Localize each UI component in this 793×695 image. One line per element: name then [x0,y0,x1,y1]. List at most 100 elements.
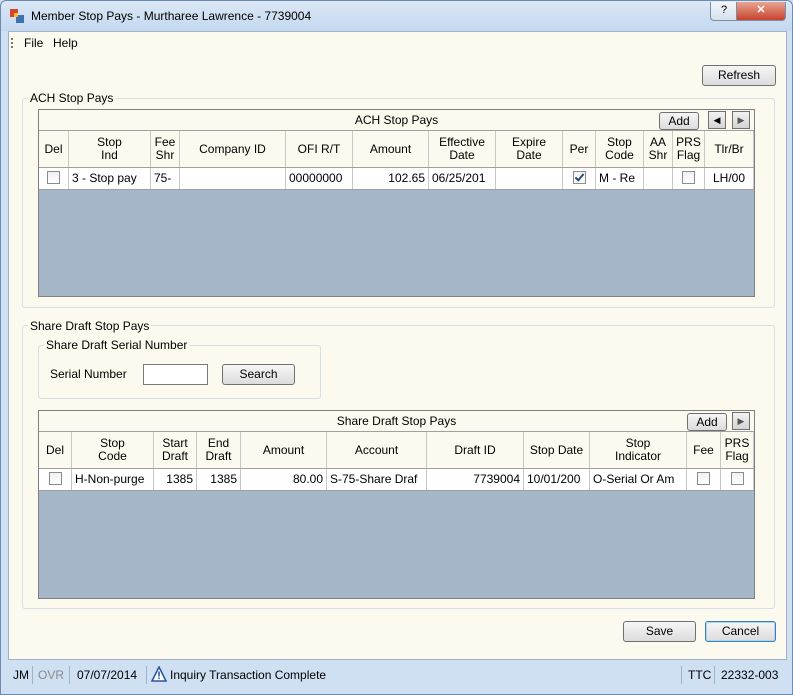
sd-col-prs-flag[interactable]: PRS Flag [721,432,754,468]
ach-per-checkbox[interactable] [572,171,586,185]
sd-col-account[interactable]: Account [327,432,427,468]
sd-del-checkbox[interactable] [48,472,62,486]
menu-help[interactable]: Help [53,36,78,50]
title-bar[interactable]: Member Stop Pays - Murtharee Lawrence - … [1,1,792,31]
sd-row-del-cell[interactable] [39,469,72,490]
close-button[interactable]: ✕ [736,2,786,21]
col-company-id[interactable]: Company ID [180,131,286,167]
client-area: File Help Refresh ACH Stop Pays ACH Stop… [8,31,787,660]
ach-del-checkbox[interactable] [47,171,60,185]
col-stop-ind[interactable]: Stop Ind [69,131,151,167]
menu-file[interactable]: File [24,36,43,50]
ach-stop-ind-cell[interactable]: 3 - Stop pay [69,168,151,189]
sd-col-amount[interactable]: Amount [241,432,327,468]
sd-amount-cell[interactable]: 80.00 [241,469,327,490]
sd-col-draft-id[interactable]: Draft ID [427,432,524,468]
status-divider [714,666,715,684]
status-divider [69,666,70,684]
sd-start-draft-cell[interactable]: 1385 [154,469,197,490]
ach-effective-date-cell[interactable]: 06/25/201 [429,168,496,189]
sd-col-stop-indicator[interactable]: Stop Indicator [590,432,687,468]
app-icon [10,9,24,23]
serial-number-label: Serial Number [50,367,127,381]
ach-row-del-cell[interactable] [39,168,69,189]
ach-prev-icon[interactable]: ◀ [708,111,726,129]
ach-per-cell[interactable] [563,168,596,189]
refresh-button[interactable]: Refresh [702,65,776,86]
sd-col-start-draft[interactable]: Start Draft [154,432,197,468]
ach-amount-cell[interactable]: 102.65 [353,168,429,189]
sd-grid-title: Share Draft Stop Pays [336,414,457,428]
warning-triangle-icon [151,666,167,682]
ach-group-label: ACH Stop Pays [28,91,116,105]
col-aa-shr[interactable]: AA Shr [644,131,673,167]
ach-stop-code-cell[interactable]: M - Re [596,168,644,189]
sd-prs-flag-checkbox[interactable] [730,472,744,486]
serial-group-label: Share Draft Serial Number [44,338,190,352]
status-user: JM [13,668,29,682]
sd-end-draft-cell[interactable]: 1385 [197,469,241,490]
ach-prs-flag-cell[interactable] [673,168,705,189]
col-prs-flag[interactable]: PRS Flag [673,131,705,167]
status-bar: JM OVR 07/07/2014 Inquiry Transaction Co… [8,663,785,687]
status-message: Inquiry Transaction Complete [170,668,327,682]
ach-prs-flag-checkbox[interactable] [682,171,695,185]
sd-add-button[interactable]: Add [687,413,727,431]
sd-stop-indicator-cell[interactable]: O-Serial Or Am [590,469,687,490]
col-tlr-br[interactable]: Tlr/Br [705,131,754,167]
search-button[interactable]: Search [222,364,295,385]
sd-stop-date-cell[interactable]: 10/01/200 [524,469,590,490]
sd-grid-header: Del Stop Code Start Draft End Draft Amount … [39,432,754,469]
status-divider [32,666,33,684]
window-title: Member Stop Pays - Murtharee Lawrence - … [31,9,312,23]
sd-col-del[interactable]: Del [39,432,72,468]
col-amount[interactable]: Amount [353,131,429,167]
sd-col-stop-date[interactable]: Stop Date [524,432,590,468]
sd-draft-id-cell[interactable]: 7739004 [427,469,524,490]
sd-prs-flag-cell[interactable] [721,469,754,490]
col-fee-shr[interactable]: Fee Shr [151,131,180,167]
ach-grid-title: ACH Stop Pays [354,113,439,127]
status-ovr: OVR [38,668,65,682]
sd-col-fee[interactable]: Fee [687,432,721,468]
serial-number-input[interactable] [143,364,208,385]
help-button[interactable]: ? [710,2,738,21]
col-per[interactable]: Per [563,131,596,167]
menu-bar: File Help [9,32,786,54]
ach-fee-shr-cell[interactable]: 75- [151,168,180,189]
save-button[interactable]: Save [623,621,696,642]
ach-add-button[interactable]: Add [659,112,699,130]
cancel-button[interactable]: Cancel [705,621,776,642]
sd-col-stop-code[interactable]: Stop Code [72,432,154,468]
status-date: 07/07/2014 [77,668,138,682]
ach-grid: ACH Stop Pays Add ◀ ▶ Del Stop Ind Fee Shr… [38,109,755,297]
ach-next-icon[interactable]: ▶ [732,111,750,129]
col-effective-date[interactable]: Effective Date [429,131,496,167]
ach-tlr-br-cell[interactable]: LH/00 [705,168,754,189]
col-del[interactable]: Del [39,131,69,167]
sd-col-end-draft[interactable]: End Draft [197,432,241,468]
status-ttc-label: TTC [688,668,712,682]
menu-grip-icon [11,38,15,48]
status-divider [146,666,147,684]
status-ttc-value: 22332-003 [721,668,779,682]
share-draft-grid: Share Draft Stop Pays Add ▶ Del Stop Code… [38,410,755,599]
col-ofi-rt[interactable]: OFI R/T [286,131,353,167]
ach-table-row[interactable]: 3 - Stop pay 75- 00000000 102.65 06/25/2… [39,168,754,190]
ach-aa-shr-cell[interactable] [644,168,673,189]
ach-ofi-rt-cell[interactable]: 00000000 [286,168,353,189]
ach-company-id-cell[interactable] [180,168,286,189]
sd-table-row[interactable]: H-Non-purge 1385 1385 80.00 S-75-Share D… [39,469,754,491]
col-expire-date[interactable]: Expire Date [496,131,563,167]
share-draft-group-label: Share Draft Stop Pays [28,319,152,333]
sd-fee-cell[interactable] [687,469,721,490]
ach-grid-caption: ACH Stop Pays [39,110,754,131]
ach-expire-date-cell[interactable] [496,168,563,189]
sd-account-cell[interactable]: S-75-Share Draf [327,469,427,490]
status-divider [681,666,682,684]
col-stop-code[interactable]: Stop Code [596,131,644,167]
app-window: Member Stop Pays - Murtharee Lawrence - … [0,0,793,695]
sd-stop-code-cell[interactable]: H-Non-purge [72,469,154,490]
sd-fee-checkbox[interactable] [697,472,710,486]
sd-next-icon[interactable]: ▶ [732,412,750,430]
